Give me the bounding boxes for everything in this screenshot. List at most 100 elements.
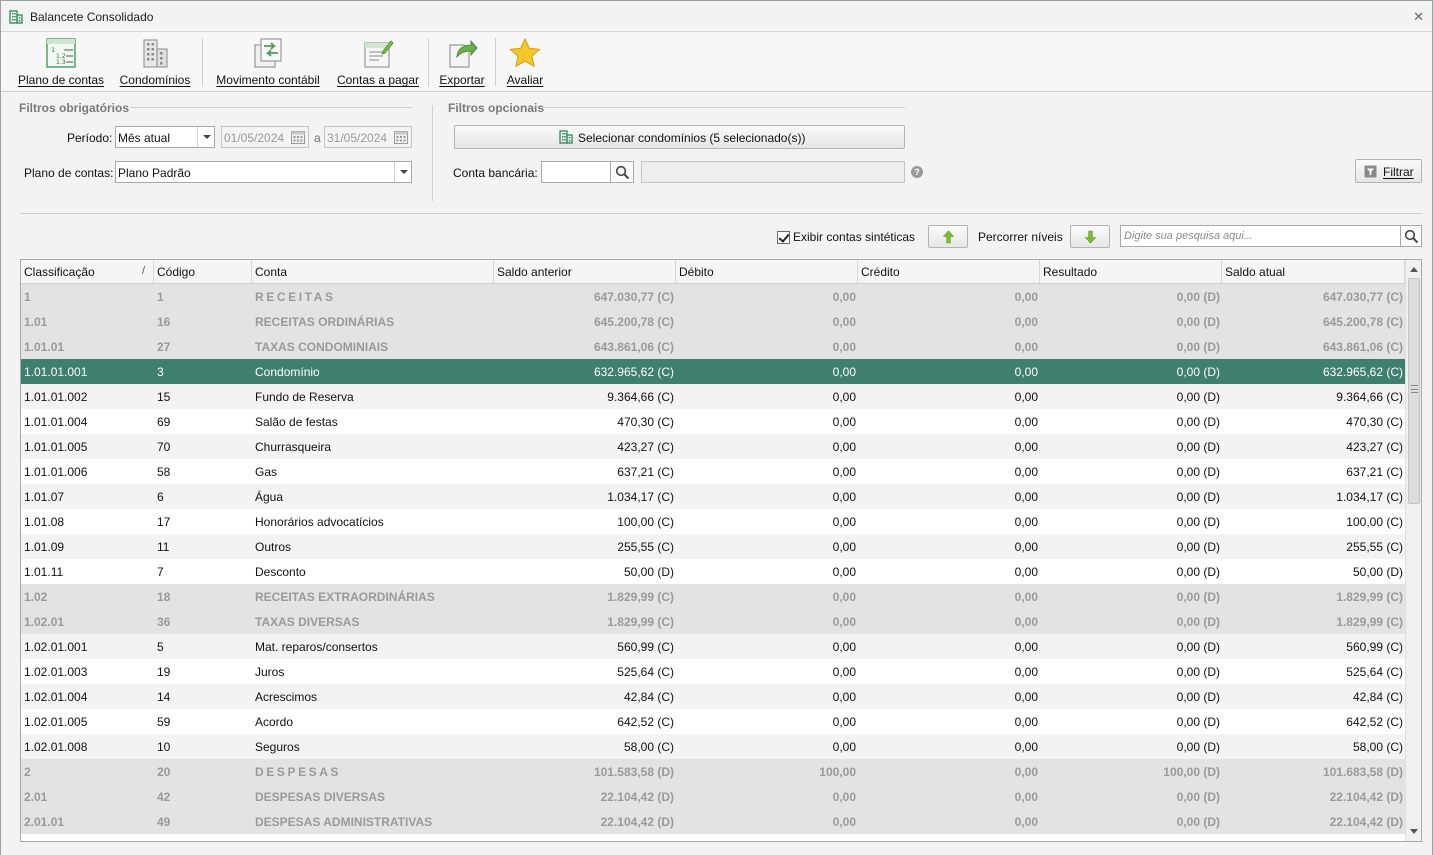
date-to-field[interactable]: 31/05/2024 (324, 126, 412, 148)
grid-body: 1 1 RECEITAS 647.030,77 (C) 0,00 0,00 0,00 (D)… (21, 284, 1405, 841)
table-row[interactable]: 1.02.01 36 TAXAS DIVERSAS 1.829,99 (C) 0,00 0… (21, 609, 1405, 634)
table-row[interactable]: 2.01 42 DESPESAS DIVERSAS 22.104,42 (D) 0,00… (21, 784, 1405, 809)
table-row[interactable]: 1.01.08 17 Honorários advocatícios 100,00 (… (21, 509, 1405, 534)
help-icon[interactable]: ? (911, 166, 923, 178)
arrow-down-icon (1084, 230, 1097, 244)
column-header-credit[interactable]: Crédito (858, 260, 1040, 283)
period-select[interactable]: Mês atual (115, 126, 215, 148)
table-row[interactable]: 1.01.01.004 69 Salão de festas 470,30 (C) 0,… (21, 409, 1405, 434)
rate-button[interactable]: Avaliar (501, 36, 549, 88)
search-input-box[interactable] (1120, 225, 1401, 247)
chevron-down-icon[interactable] (197, 127, 214, 147)
table-row[interactable]: 1 1 RECEITAS 647.030,77 (C) 0,00 0,00 0,00 (D)… (21, 284, 1405, 309)
table-row[interactable]: 1.02.01.008 10 Seguros 58,00 (C) 0,00 0,00 0,0… (21, 734, 1405, 759)
column-header-label: Conta (255, 265, 288, 279)
table-row[interactable]: 1.02 18 RECEITAS EXTRAORDINÁRIAS 1.829,99 (… (21, 584, 1405, 609)
column-header-current-balance[interactable]: Saldo atual (1222, 260, 1405, 283)
cell-account: TAXAS DIVERSAS (255, 615, 360, 629)
table-row[interactable]: 1.02.01.003 19 Juros 525,64 (C) 0,00 0,00 0,00… (21, 659, 1405, 684)
bank-search-button[interactable] (610, 161, 634, 183)
filters-divider (432, 105, 433, 201)
table-row[interactable]: 1.02.01.005 59 Acordo 642,52 (C) 0,00 0,00 0,0… (21, 709, 1405, 734)
table-row[interactable]: 1.02.01.001 5 Mat. reparos/consertos 560,99… (21, 634, 1405, 659)
cell-classification: 1.01.11 (24, 565, 64, 579)
bills-payable-button[interactable]: Contas a pagar (333, 36, 423, 88)
column-header-debit[interactable]: Débito (676, 260, 858, 283)
cell-account: Acrescimos (255, 690, 318, 704)
cell-classification: 2.01 (24, 790, 48, 804)
select-condominiums-button[interactable]: Selecionar condomínios (5 selecionado(s)… (454, 125, 905, 149)
chart-of-accounts-button[interactable]: 1 1.2 1.3 Plano de contas (13, 36, 109, 88)
cell-credit: 0,00 (1014, 440, 1038, 454)
calendar-icon[interactable] (290, 129, 306, 145)
cell-result: 0,00 (D) (1176, 690, 1220, 704)
cell-account: TAXAS CONDOMINIAIS (255, 340, 389, 354)
column-header-code[interactable]: Código (154, 260, 252, 283)
table-row[interactable]: 1.01.11 7 Desconto 50,00 (D) 0,00 0,00 0,00 (D… (21, 559, 1405, 584)
cell-current-balance: 632.965,62 (C) (1322, 365, 1403, 379)
table-row[interactable]: 1.01.01 27 TAXAS CONDOMINIAIS 643.861,06 (C… (21, 334, 1405, 359)
scroll-thumb[interactable] (1408, 278, 1420, 504)
level-down-button[interactable] (1070, 225, 1110, 248)
cell-classification: 1.01.01.006 (24, 465, 88, 479)
column-header-classification[interactable]: Classificação / (21, 260, 154, 283)
table-row[interactable]: 2 20 DESPESAS 101.583,58 (D) 100,00 0,00 100,0… (21, 759, 1405, 784)
chart-of-accounts-select[interactable]: Plano Padrão (115, 161, 412, 183)
filter-button[interactable]: Filtrar (1355, 159, 1422, 183)
column-header-account[interactable]: Conta (252, 260, 494, 283)
cell-account: Mat. reparos/consertos (255, 640, 378, 654)
table-row[interactable]: 1.01.07 6 Água 1.034,17 (C) 0,00 0,00 0,00 (D)… (21, 484, 1405, 509)
cell-code: 19 (157, 665, 171, 679)
sort-indicator-icon[interactable]: / (142, 265, 145, 277)
period-value: Mês atual (118, 131, 171, 145)
scroll-up-arrow-icon[interactable] (1406, 262, 1421, 278)
table-row[interactable]: 2.01.01 49 DESPESAS ADMINISTRATIVAS 22.104,… (21, 809, 1405, 834)
scroll-down-arrow-icon[interactable] (1406, 823, 1421, 839)
cell-current-balance: 50,00 (D) (1352, 565, 1403, 579)
cell-result: 0,00 (D) (1176, 415, 1220, 429)
cell-code: 16 (157, 315, 171, 329)
level-up-button[interactable] (928, 225, 968, 248)
cell-account: Água (255, 490, 284, 504)
table-row-selected[interactable]: 1.01.01.001 3 Condomínio 632.965,62 (C) 0,00… (21, 359, 1405, 384)
table-row[interactable]: 1.01.01.005 70 Churrasqueira 423,27 (C) 0,00… (21, 434, 1405, 459)
cell-result: 0,00 (D) (1176, 565, 1220, 579)
toolbar-label: Movimento contábil (216, 73, 320, 87)
show-synthetic-checkbox[interactable] (777, 231, 790, 244)
close-icon[interactable]: ✕ (1413, 10, 1424, 24)
export-button[interactable]: Exportar (435, 36, 489, 88)
cell-debit: 0,00 (832, 790, 856, 804)
cell-classification: 1.01.07 (24, 490, 65, 504)
vertical-scrollbar[interactable] (1405, 260, 1421, 841)
show-synthetic-label[interactable]: Exibir contas sintéticas (793, 230, 915, 244)
bank-account-input[interactable] (541, 161, 611, 183)
calendar-icon[interactable] (393, 129, 409, 145)
cell-current-balance: 100,00 (C) (1346, 515, 1403, 529)
title-bar: Balancete Consolidado ✕ (1, 1, 1432, 32)
cell-debit: 0,00 (832, 690, 856, 704)
cell-code: 6 (157, 490, 164, 504)
cell-result: 0,00 (D) (1176, 715, 1220, 729)
chevron-down-icon[interactable] (394, 162, 411, 182)
date-from-field[interactable]: 01/05/2024 (221, 126, 309, 148)
table-row[interactable]: 1.01.09 11 Outros 255,55 (C) 0,00 0,00 0,00 (D… (21, 534, 1405, 559)
table-row[interactable]: 1.02.01.004 14 Acrescimos 42,84 (C) 0,00 0,00… (21, 684, 1405, 709)
cell-code: 69 (157, 415, 171, 429)
condominiums-button[interactable]: Condomínios (113, 36, 197, 88)
table-row[interactable]: 1.01 16 RECEITAS ORDINÁRIAS 645.200,78 (C) 0… (21, 309, 1405, 334)
accounting-movement-button[interactable]: Movimento contábil (209, 36, 327, 88)
cell-account: Salão de festas (255, 415, 338, 429)
column-header-result[interactable]: Resultado (1040, 260, 1222, 283)
cell-result: 0,00 (D) (1176, 590, 1220, 604)
cell-credit: 0,00 (1014, 615, 1038, 629)
search-button[interactable] (1400, 225, 1422, 247)
cell-current-balance: 9.364,66 (C) (1336, 390, 1403, 404)
column-header-previous-balance[interactable]: Saldo anterior (494, 260, 676, 283)
table-row[interactable]: 1.01.01.002 15 Fundo de Reserva 9.364,66 (C… (21, 384, 1405, 409)
cell-debit: 0,00 (832, 365, 856, 379)
search-input[interactable] (1121, 226, 1400, 246)
cell-classification: 1.01 (24, 315, 48, 329)
svg-text:1.3: 1.3 (56, 59, 66, 66)
table-row[interactable]: 1.01.01.006 58 Gas 637,21 (C) 0,00 0,00 0,00 (… (21, 459, 1405, 484)
cell-result: 0,00 (D) (1176, 515, 1220, 529)
